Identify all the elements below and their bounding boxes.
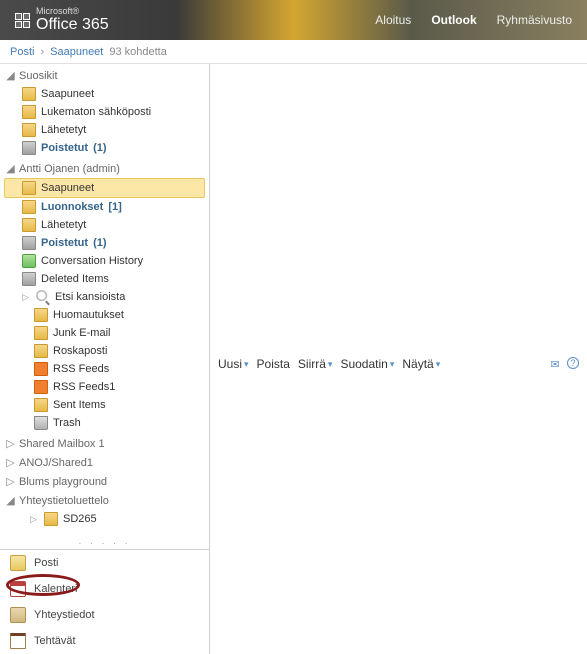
collapse-icon: ◢ [6, 494, 15, 507]
acc-spam[interactable]: Roskaposti [4, 342, 205, 360]
folder-open-icon [22, 181, 36, 195]
trash-icon [22, 236, 36, 250]
brand-office: Office 365 [36, 16, 109, 33]
account-header[interactable]: ◢Antti Ojanen (admin) [4, 159, 205, 178]
acc-notes[interactable]: Huomautukset [4, 306, 205, 324]
chevron-down-icon: ▾ [436, 359, 441, 370]
fav-deleted[interactable]: Poistetut (1) [4, 139, 205, 157]
sidebar: ◢Suosikit Saapuneet Lukematon sähköposti… [0, 64, 210, 654]
blums-header[interactable]: ▷Blums playground [4, 472, 205, 491]
acc-sent[interactable]: Lähetetyt [4, 216, 205, 234]
app-header: Microsoft® Office 365 Aloitus Outlook Ry… [0, 0, 587, 40]
contacts-icon [10, 607, 26, 623]
expand-icon: ▷ [6, 456, 15, 469]
acc-deleted[interactable]: Poistetut (1) [4, 234, 205, 252]
view-button[interactable]: Näytä ▾ [402, 357, 440, 371]
chevron-right-icon: › [40, 46, 44, 58]
rss-icon [34, 380, 48, 394]
calendar-icon [10, 581, 26, 597]
help-button[interactable]: ? [567, 357, 579, 369]
acc-drafts[interactable]: Luonnokset [1] [4, 198, 205, 216]
move-button[interactable]: Siirrä ▾ [298, 357, 333, 371]
acc-rss[interactable]: RSS Feeds [4, 360, 205, 378]
acc-sentitems[interactable]: Sent Items [4, 396, 205, 414]
folder-icon [34, 398, 48, 412]
chat-icon [22, 254, 36, 268]
trash-icon [22, 141, 36, 155]
search-icon [36, 290, 50, 304]
chevron-down-icon: ▾ [390, 359, 395, 370]
acc-conv[interactable]: Conversation History [4, 252, 205, 270]
new-button[interactable]: Uusi ▾ [218, 69, 249, 654]
collapse-icon: ◢ [6, 162, 15, 175]
trash-icon [22, 272, 36, 286]
folder-icon [34, 308, 48, 322]
trash-icon [34, 416, 48, 430]
shared-mailbox-header[interactable]: ▷Shared Mailbox 1 [4, 434, 205, 453]
contacts-header[interactable]: ◢Yhteystietoluettelo [4, 491, 205, 510]
item-count: 93 kohdetta [109, 46, 167, 58]
toolbar: Uusi ▾ Poista Siirrä ▾ Suodatin ▾ Näytä … [210, 64, 587, 654]
anoj-header[interactable]: ▷ANOJ/Shared1 [4, 453, 205, 472]
folder-icon [22, 218, 36, 232]
tree-cut-item[interactable]: ▷SD265 [4, 510, 205, 528]
folder-icon [34, 326, 48, 340]
folder-icon [34, 344, 48, 358]
brand-ms: Microsoft® [36, 7, 109, 16]
nav-mail[interactable]: Posti [0, 550, 209, 576]
nav-calendar[interactable]: Kalenteri [0, 576, 209, 602]
message-pane: Uusi ▾ Poista Siirrä ▾ Suodatin ▾ Näytä … [210, 64, 587, 654]
nav-contacts[interactable]: Yhteystiedot [0, 602, 209, 628]
breadcrumb-mail[interactable]: Posti [10, 46, 34, 58]
fav-inbox[interactable]: Saapuneet [4, 85, 205, 103]
nav-teamsite[interactable]: Ryhmäsivusto [497, 13, 572, 27]
collapse-icon: ◢ [6, 69, 15, 82]
nav-start[interactable]: Aloitus [375, 13, 411, 27]
nav-outlook[interactable]: Outlook [431, 13, 476, 27]
expand-icon: ▷ [6, 437, 15, 450]
mail-icon [10, 555, 26, 571]
logo: Microsoft® Office 365 [15, 7, 109, 34]
rss-icon [34, 362, 48, 376]
acc-search[interactable]: ▷Etsi kansioista [4, 288, 205, 306]
expand-icon: ▷ [30, 514, 39, 525]
nav-tasks[interactable]: Tehtävät [0, 628, 209, 654]
acc-delitems[interactable]: Deleted Items [4, 270, 205, 288]
chevron-down-icon: ▾ [328, 359, 333, 370]
fav-sent[interactable]: Lähetetyt [4, 121, 205, 139]
breadcrumb: Posti › Saapuneet 93 kohdetta [0, 40, 587, 64]
acc-trash[interactable]: Trash [4, 414, 205, 432]
breadcrumb-inbox[interactable]: Saapuneet [50, 46, 103, 58]
acc-inbox[interactable]: Saapuneet [4, 178, 205, 198]
acc-rss1[interactable]: RSS Feeds1 [4, 378, 205, 396]
folder-icon [22, 105, 36, 119]
folder-icon [22, 123, 36, 137]
expand-icon: ▷ [22, 292, 31, 303]
delete-button[interactable]: Poista [257, 357, 290, 371]
favorites-header[interactable]: ◢Suosikit [4, 66, 205, 85]
acc-junk[interactable]: Junk E-mail [4, 324, 205, 342]
bottom-nav: Posti Kalenteri Yhteystiedot Tehtävät [0, 549, 209, 654]
office-logo-icon [15, 13, 30, 28]
fav-unread[interactable]: Lukematon sähköposti [4, 103, 205, 121]
filter-button[interactable]: Suodatin ▾ [340, 357, 394, 371]
chevron-down-icon: ▾ [244, 359, 249, 370]
expand-icon: ▷ [6, 475, 15, 488]
folder-icon [22, 87, 36, 101]
tasks-icon [10, 633, 26, 649]
resize-grip-icon[interactable]: . . . . . [0, 534, 209, 549]
folder-icon [22, 200, 36, 214]
folder-icon [44, 512, 58, 526]
top-nav: Aloitus Outlook Ryhmäsivusto [375, 13, 572, 27]
check-mail-button[interactable]: ✉ [547, 357, 563, 371]
